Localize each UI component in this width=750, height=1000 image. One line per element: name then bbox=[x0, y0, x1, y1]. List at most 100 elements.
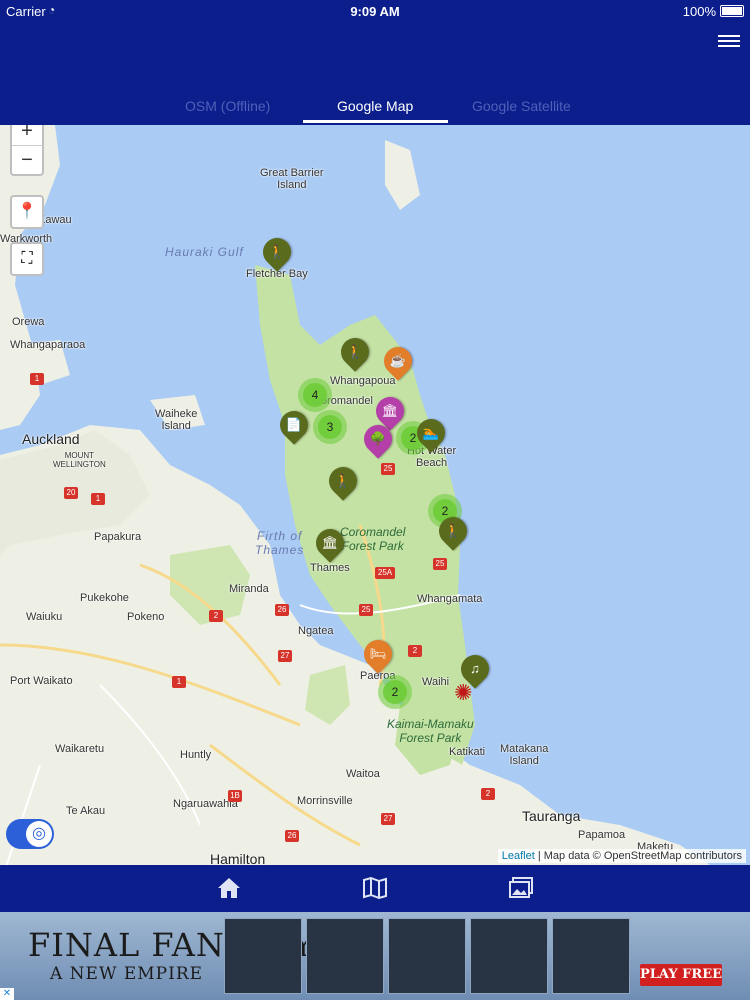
zoom-control: + − bbox=[10, 125, 44, 176]
poi-marker-cafe[interactable]: ☕ bbox=[378, 341, 418, 381]
road-shield: 25 bbox=[381, 463, 395, 475]
ad-weapon-image bbox=[224, 918, 302, 994]
leaflet-link[interactable]: Leaflet bbox=[502, 850, 535, 862]
place-matakana: Matakana Island bbox=[500, 743, 549, 767]
place-orewa: Orewa bbox=[12, 316, 45, 328]
place-firth-of-thames: Firth of Thames bbox=[255, 529, 305, 557]
cluster-count: 2 bbox=[383, 680, 407, 704]
locate-button[interactable]: 📍 bbox=[10, 195, 44, 229]
target-icon: ◎ bbox=[26, 821, 52, 847]
app-header: OSM (Offline) Google Map Google Satellit… bbox=[0, 22, 750, 125]
poi-marker-walking[interactable]: 🚶 bbox=[323, 461, 363, 501]
attribution-text: | Map data © OpenStreetMap contributors bbox=[534, 850, 742, 862]
place-thames: Thames bbox=[310, 562, 350, 574]
road-shield: 26 bbox=[285, 830, 299, 842]
music-icon: ♫ bbox=[470, 661, 480, 676]
menu-icon[interactable] bbox=[718, 32, 740, 50]
place-pukekohe: Pukekohe bbox=[80, 592, 129, 604]
poi-marker-museum[interactable]: 🏛 bbox=[310, 523, 350, 563]
poi-marker-hotel[interactable]: 🛏 bbox=[358, 634, 398, 674]
place-te-akau: Te Akau bbox=[66, 805, 106, 817]
ad-banner[interactable]: FINAL FANTASY XV A NEW EMPIRE PLAY FREE … bbox=[0, 912, 750, 1000]
poi-marker-swimming[interactable]: 🏊 bbox=[411, 413, 451, 453]
marker-cluster[interactable]: 4 bbox=[298, 378, 332, 412]
zoom-in-button[interactable]: + bbox=[12, 125, 42, 145]
place-papakura: Papakura bbox=[94, 531, 142, 543]
museum-icon: 🏛 bbox=[381, 403, 399, 418]
place-whangaparaoa: Whangaparaoa bbox=[10, 339, 86, 351]
place-tauranga: Tauranga bbox=[522, 808, 581, 824]
road-shield: 1B bbox=[228, 790, 242, 802]
swimming-icon: 🏊 bbox=[422, 425, 440, 440]
fullscreen-button[interactable]: ⛶ bbox=[10, 242, 44, 276]
place-pokeno: Pokeno bbox=[127, 611, 165, 623]
road-shield: 25A bbox=[375, 567, 395, 579]
place-whangapoua: Whangapoua bbox=[330, 375, 396, 387]
place-morrinsville: Morrinsville bbox=[297, 795, 353, 807]
current-location-icon[interactable]: ✺ bbox=[454, 680, 472, 706]
battery-percent: 100% bbox=[682, 4, 716, 19]
map-pin-icon: 📍 bbox=[17, 203, 37, 220]
place-hauraki-gulf: Hauraki Gulf bbox=[165, 245, 244, 259]
ad-weapon-image bbox=[552, 918, 630, 994]
ad-subtitle: A NEW EMPIRE bbox=[50, 964, 204, 984]
home-icon[interactable] bbox=[216, 875, 242, 901]
bottom-nav bbox=[0, 865, 750, 912]
road-shield: 25 bbox=[359, 604, 373, 616]
road-shield: 2 bbox=[209, 610, 223, 622]
ad-weapon-image bbox=[470, 918, 548, 994]
tab-osm-offline[interactable]: OSM (Offline) bbox=[185, 98, 270, 114]
close-icon[interactable]: ✕ bbox=[0, 988, 14, 1000]
poi-marker-document[interactable]: 📄 bbox=[274, 405, 314, 445]
walking-icon: 🚶 bbox=[268, 244, 286, 259]
place-waitoa: Waitoa bbox=[346, 768, 380, 780]
place-waiheke: Waiheke Island bbox=[155, 408, 198, 432]
place-huntly: Huntly bbox=[180, 749, 212, 761]
tab-google-satellite[interactable]: Google Satellite bbox=[472, 98, 571, 114]
place-ngatea: Ngatea bbox=[298, 625, 334, 637]
battery-icon bbox=[720, 5, 744, 17]
ad-play-free-button[interactable]: PLAY FREE bbox=[640, 964, 722, 986]
marker-cluster[interactable]: 3 bbox=[313, 410, 347, 444]
walking-icon: 🚶 bbox=[346, 344, 364, 359]
fullscreen-icon: ⛶ bbox=[21, 250, 33, 267]
place-waiuku: Waiuku bbox=[26, 611, 63, 623]
place-whangamata: Whangamata bbox=[417, 593, 483, 605]
map-canvas bbox=[0, 125, 710, 865]
map-attribution: Leaflet | Map data © OpenStreetMap contr… bbox=[497, 849, 746, 863]
walking-icon: 🚶 bbox=[444, 523, 462, 538]
marker-cluster[interactable]: 2 bbox=[378, 675, 412, 709]
road-shield: 1 bbox=[91, 493, 105, 505]
place-miranda: Miranda bbox=[229, 583, 269, 595]
poi-marker-walking[interactable]: 🚶 bbox=[257, 232, 297, 272]
road-shield: 27 bbox=[278, 650, 292, 662]
map-icon[interactable] bbox=[362, 875, 388, 901]
location-toggle[interactable]: ◎ bbox=[6, 819, 54, 849]
place-mount-wellington: MOUNT WELLINGTON bbox=[53, 451, 106, 469]
place-auckland: Auckland bbox=[22, 431, 80, 447]
place-katikati: Katikati bbox=[449, 746, 486, 758]
cluster-count: 3 bbox=[318, 415, 342, 439]
bed-icon: 🛏 bbox=[369, 646, 387, 661]
road-shield: 2 bbox=[408, 645, 422, 657]
road-shield: 26 bbox=[275, 604, 289, 616]
place-waikaretu: Waikaretu bbox=[55, 743, 105, 755]
place-waihi: Waihi bbox=[422, 676, 450, 688]
ad-weapon-image bbox=[388, 918, 466, 994]
road-shield: 25 bbox=[433, 558, 447, 570]
poi-marker-park[interactable]: 🌳 bbox=[358, 419, 398, 459]
poi-marker-walking[interactable]: 🚶 bbox=[335, 332, 375, 372]
map-view[interactable]: Great Barrier Island Hauraki Gulf Fletch… bbox=[0, 125, 750, 865]
active-tab-indicator bbox=[303, 120, 448, 123]
poi-marker-walking[interactable]: 🚶 bbox=[433, 511, 473, 551]
road-shield: 2 bbox=[481, 788, 495, 800]
ad-weapon-image bbox=[306, 918, 384, 994]
gallery-icon[interactable] bbox=[508, 875, 534, 901]
tab-google-map[interactable]: Google Map bbox=[337, 98, 413, 114]
place-kaimai-forest: Kaimai-Mamaku Forest Park bbox=[387, 717, 474, 745]
place-hamilton: Hamilton bbox=[210, 851, 266, 865]
cluster-count: 4 bbox=[303, 383, 327, 407]
document-icon: 📄 bbox=[285, 417, 303, 432]
zoom-out-button[interactable]: − bbox=[12, 145, 42, 174]
status-bar: Carrier ◔ 9:09 AM 100% bbox=[0, 0, 750, 22]
